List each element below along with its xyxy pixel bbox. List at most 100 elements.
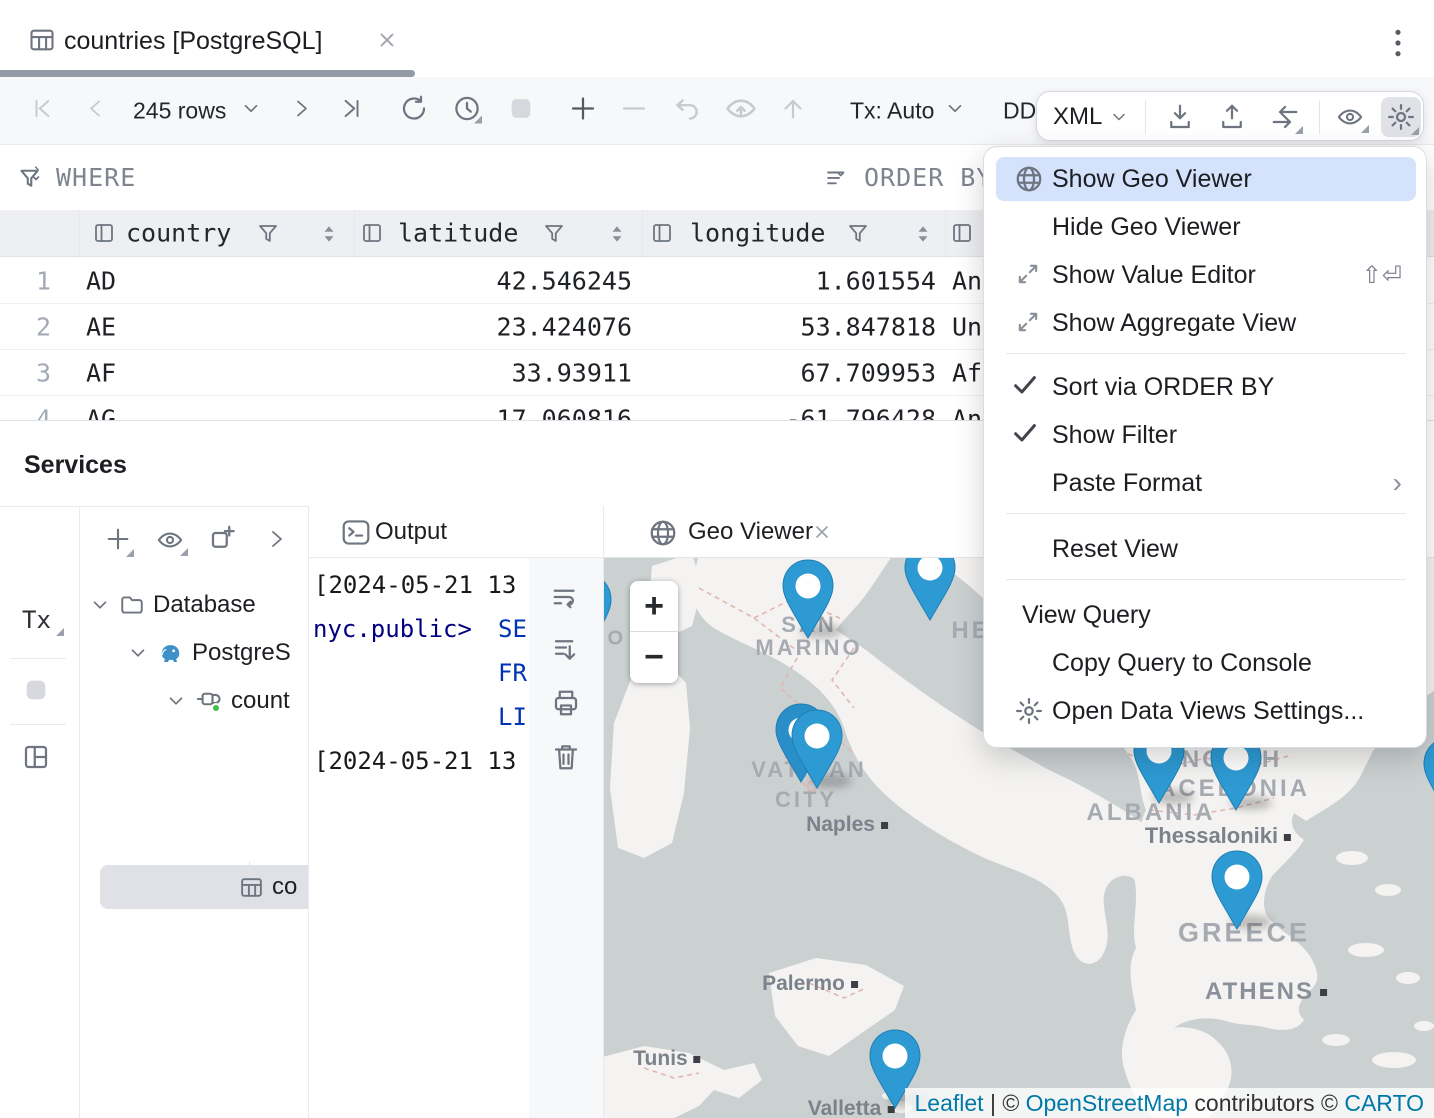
tree-item-database[interactable]: Database (89, 583, 256, 627)
map-marker-partial-top[interactable] (901, 558, 959, 624)
view-options-eye-icon[interactable] (1333, 103, 1367, 136)
cell-country[interactable]: AF (86, 358, 116, 387)
sort-arrows-icon[interactable] (608, 224, 626, 249)
output-tab[interactable]: Output (309, 506, 603, 558)
leaflet-link[interactable]: Leaflet (915, 1090, 984, 1116)
table-icon (239, 875, 264, 900)
tx-mode-chevron-icon[interactable] (944, 97, 966, 124)
map-marker-greece[interactable] (1208, 849, 1266, 933)
open-in-new-tab-icon[interactable] (208, 523, 238, 558)
map-marker-partial-right[interactable] (1420, 736, 1434, 820)
map-marker-san-marino[interactable] (779, 558, 837, 642)
import-icon[interactable] (1165, 102, 1195, 137)
zoom-in-button[interactable]: + (630, 581, 678, 632)
filter-funnel-icon[interactable] (846, 222, 870, 251)
sort-arrows-icon[interactable] (914, 224, 932, 249)
filter-funnel-icon[interactable] (542, 222, 566, 251)
next-page-icon[interactable] (289, 96, 313, 125)
cell-longitude[interactable]: 67.709953 (801, 358, 936, 387)
menu-item-show-aggregate-view[interactable]: Show Aggregate View (996, 301, 1416, 345)
export-format-select[interactable]: XML (1053, 103, 1102, 131)
scroll-to-end-icon[interactable] (551, 635, 581, 670)
settings-gear-button[interactable] (1381, 97, 1421, 137)
cell-country[interactable]: AD (86, 266, 116, 295)
kebab-menu-icon[interactable] (1390, 28, 1406, 63)
tree-item-postgresql[interactable]: PostgreS (127, 631, 291, 675)
column-type-icon (92, 221, 116, 250)
prev-page-icon[interactable] (84, 96, 108, 125)
cell-country[interactable]: AG (86, 404, 116, 420)
sort-arrows-icon[interactable] (320, 224, 338, 249)
cell-name[interactable]: Af (952, 358, 982, 387)
cell-longitude[interactable]: 1.601554 (816, 266, 936, 295)
auto-refresh-icon[interactable] (452, 93, 482, 128)
page-size-label[interactable]: 245 rows (133, 97, 226, 124)
page-size-chevron-icon[interactable] (240, 97, 262, 124)
menu-item-view-query[interactable]: View Query (996, 593, 1416, 637)
delete-row-icon (619, 93, 649, 128)
cell-longitude[interactable]: -61.796428 (785, 404, 936, 420)
tx-mode-label[interactable]: Tx: Auto (850, 97, 934, 124)
refresh-icon[interactable] (399, 93, 429, 128)
column-header-country[interactable]: country (126, 219, 231, 248)
attribution-text: | © (984, 1090, 1026, 1116)
last-page-icon[interactable] (338, 95, 364, 126)
add-row-icon[interactable] (568, 93, 598, 128)
tree-item-connection[interactable]: count (165, 679, 290, 723)
menu-item-show-value-editor[interactable]: Show Value Editor ⇧⏎ (996, 253, 1416, 297)
checkmark-icon (1010, 370, 1040, 405)
carto-link[interactable]: CARTO (1344, 1090, 1424, 1116)
openstreetmap-link[interactable]: OpenStreetMap (1026, 1090, 1188, 1116)
menu-item-hide-geo-viewer[interactable]: Hide Geo Viewer (996, 205, 1416, 249)
menu-item-paste-format[interactable]: Paste Format › (996, 461, 1416, 505)
column-header-longitude[interactable]: longitude (690, 219, 825, 248)
expand-toolbar-chevron-icon[interactable] (264, 527, 288, 556)
add-service-icon[interactable] (104, 525, 132, 558)
filter-funnel-icon[interactable] (256, 222, 280, 251)
layout-icon[interactable] (21, 742, 51, 777)
menu-item-show-geo-viewer[interactable]: Show Geo Viewer (996, 157, 1416, 201)
cell-name[interactable]: An (952, 404, 982, 420)
zoom-out-button[interactable]: − (630, 632, 678, 683)
cell-latitude[interactable]: 23.424076 (497, 312, 632, 341)
close-tab-icon[interactable] (376, 29, 398, 56)
tx-toggle-button[interactable]: Tx (22, 606, 51, 634)
first-page-icon[interactable] (30, 95, 56, 126)
order-by-input[interactable]: ORDER BY (864, 163, 992, 192)
stop-icon (22, 676, 50, 709)
map-marker-monaco[interactable] (604, 572, 615, 656)
cell-country[interactable]: AE (86, 312, 116, 341)
print-icon[interactable] (551, 688, 581, 723)
order-by-icon[interactable] (824, 166, 854, 197)
clear-output-trash-icon[interactable] (551, 742, 581, 777)
menu-item-sort-via-order-by[interactable]: Sort via ORDER BY (996, 365, 1416, 409)
cell-longitude[interactable]: 53.847818 (801, 312, 936, 341)
geo-viewer-tab-label: Geo Viewer (688, 518, 813, 546)
eye-icon[interactable] (154, 526, 186, 559)
gear-icon (1014, 696, 1044, 726)
menu-item-show-filter[interactable]: Show Filter (996, 413, 1416, 457)
map-marker-vatican-city[interactable] (788, 708, 846, 792)
ddl-button-label[interactable]: DD (1003, 97, 1036, 124)
compare-transfer-icon[interactable] (1269, 102, 1301, 137)
menu-item-copy-query-to-console[interactable]: Copy Query to Console (996, 641, 1416, 685)
cell-latitude[interactable]: 33.93911 (512, 358, 632, 387)
column-type-icon (360, 221, 384, 250)
menu-item-reset-view[interactable]: Reset View (996, 527, 1416, 571)
where-filter-icon[interactable] (18, 166, 48, 199)
where-clause-input[interactable]: WHERE (56, 163, 136, 192)
column-header-latitude[interactable]: latitude (398, 219, 518, 248)
menu-item-open-data-views-settings[interactable]: Open Data Views Settings... (996, 689, 1416, 733)
services-panel-title: Services (24, 451, 127, 480)
cell-latitude[interactable]: 42.546245 (497, 266, 632, 295)
tree-item-countries-table[interactable]: co (239, 865, 297, 909)
cell-latitude[interactable]: 17.060816 (497, 404, 632, 420)
cell-name[interactable]: Un (952, 312, 982, 341)
soft-wrap-icon[interactable] (551, 582, 581, 617)
close-geo-viewer-icon[interactable] (812, 522, 832, 547)
export-icon[interactable] (1217, 102, 1247, 137)
cell-name[interactable]: An (952, 266, 982, 295)
tab-title[interactable]: countries [PostgreSQL] (64, 27, 322, 56)
chevron-down-icon[interactable] (1109, 107, 1129, 132)
map-label-thessaloniki: Thessaloniki (1145, 823, 1291, 849)
